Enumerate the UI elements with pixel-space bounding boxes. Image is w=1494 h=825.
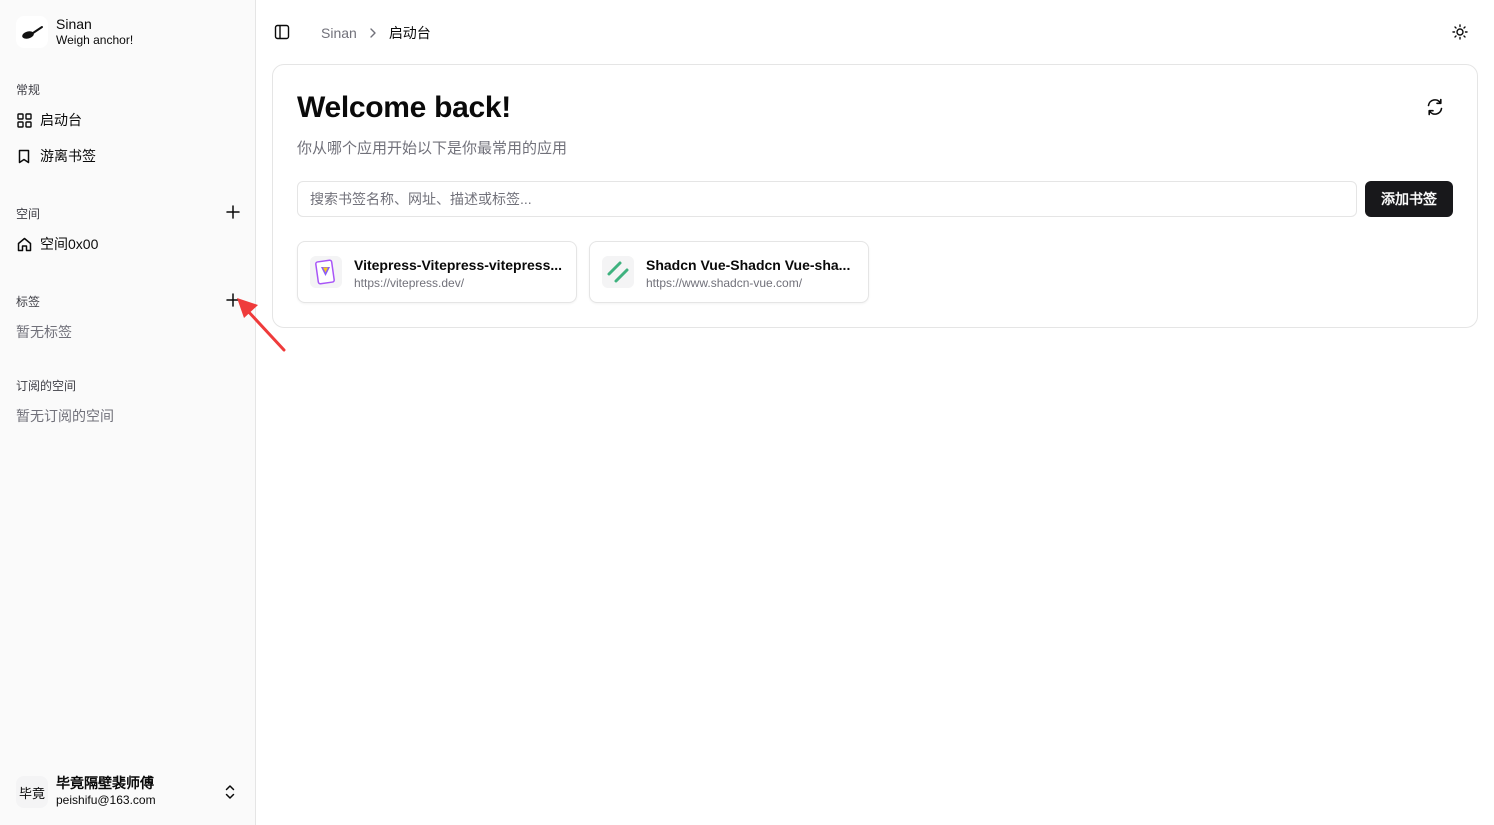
bookmark-card-vitepress[interactable]: Vitepress-Vitepress-vitepress... https:/… <box>297 241 577 303</box>
group-label-subscribed: 订阅的空间 <box>16 379 77 393</box>
sun-icon <box>1452 24 1468 40</box>
theme-toggle-button[interactable] <box>1449 21 1471 43</box>
page-subtitle: 你从哪个应用开始以下是你最常用的应用 <box>297 140 568 157</box>
sidebar-item-label: 启动台 <box>40 112 82 128</box>
brand-tagline: Weigh anchor! <box>56 33 134 47</box>
brand-name: Sinan <box>56 16 92 32</box>
bookmark-icon <box>16 148 32 164</box>
grid-icon <box>16 112 32 128</box>
sidebar-item-space-0x00[interactable]: 空间0x00 <box>8 228 248 260</box>
refresh-button[interactable] <box>1423 95 1447 119</box>
avatar: 毕竟 <box>16 776 48 808</box>
tags-empty-text: 暂无标签 <box>16 324 72 340</box>
group-label-spaces: 空间 <box>16 207 41 221</box>
chevrons-up-down-icon <box>225 785 235 799</box>
spoon-logo-icon <box>16 16 48 48</box>
sidebar-item-label: 空间0x00 <box>40 236 99 252</box>
group-label-general: 常规 <box>16 83 41 97</box>
launchpad-card: Welcome back! 你从哪个应用开始以下是你最常用的应用 添加书签 Vi… <box>272 64 1478 328</box>
home-icon <box>16 236 32 252</box>
plus-icon <box>226 205 240 219</box>
breadcrumb-item-current: 启动台 <box>388 25 431 41</box>
add-bookmark-button[interactable]: 添加书签 <box>1365 181 1453 217</box>
bookmark-title: Shadcn Vue-Shadcn Vue-sha... <box>646 257 851 273</box>
bookmark-url: https://www.shadcn-vue.com/ <box>646 276 803 290</box>
plus-icon <box>226 293 240 307</box>
sidebar-item-launchpad[interactable]: 启动台 <box>8 104 248 136</box>
breadcrumb-item-home[interactable]: Sinan <box>321 25 357 41</box>
bookmark-title: Vitepress-Vitepress-vitepress... <box>354 257 563 273</box>
panel-left-icon <box>274 24 290 40</box>
user-name: 毕竟隔壁裴师傅 <box>56 775 154 791</box>
sidebar-item-loose-bookmarks[interactable]: 游离书签 <box>8 140 248 172</box>
bookmark-search-input[interactable] <box>297 181 1357 217</box>
user-menu[interactable]: 毕竟 毕竟隔壁裴师傅 peishifu@163.com <box>8 768 248 816</box>
bookmark-url: https://vitepress.dev/ <box>354 276 465 290</box>
shadcn-logo-icon <box>602 256 634 288</box>
sidebar: Sinan Weigh anchor! 常规 启动台 游离书签 空间 空间0x0… <box>0 0 256 825</box>
brand[interactable]: Sinan Weigh anchor! <box>16 16 133 48</box>
breadcrumb: Sinan 启动台 <box>321 23 431 43</box>
bookmark-card-shadcn-vue[interactable]: Shadcn Vue-Shadcn Vue-sha... https://www… <box>589 241 869 303</box>
group-label-tags: 标签 <box>16 295 41 309</box>
subscribed-empty-text: 暂无订阅的空间 <box>16 408 114 424</box>
vitepress-logo-icon <box>310 256 342 288</box>
refresh-icon <box>1427 98 1443 116</box>
page-title: Welcome back! <box>297 91 511 124</box>
add-space-button[interactable] <box>224 203 242 221</box>
sidebar-toggle-button[interactable] <box>272 22 292 42</box>
chevron-right-icon <box>369 28 377 38</box>
user-email: peishifu@163.com <box>56 793 156 807</box>
add-tag-button[interactable] <box>224 291 242 309</box>
sidebar-item-label: 游离书签 <box>40 148 96 164</box>
